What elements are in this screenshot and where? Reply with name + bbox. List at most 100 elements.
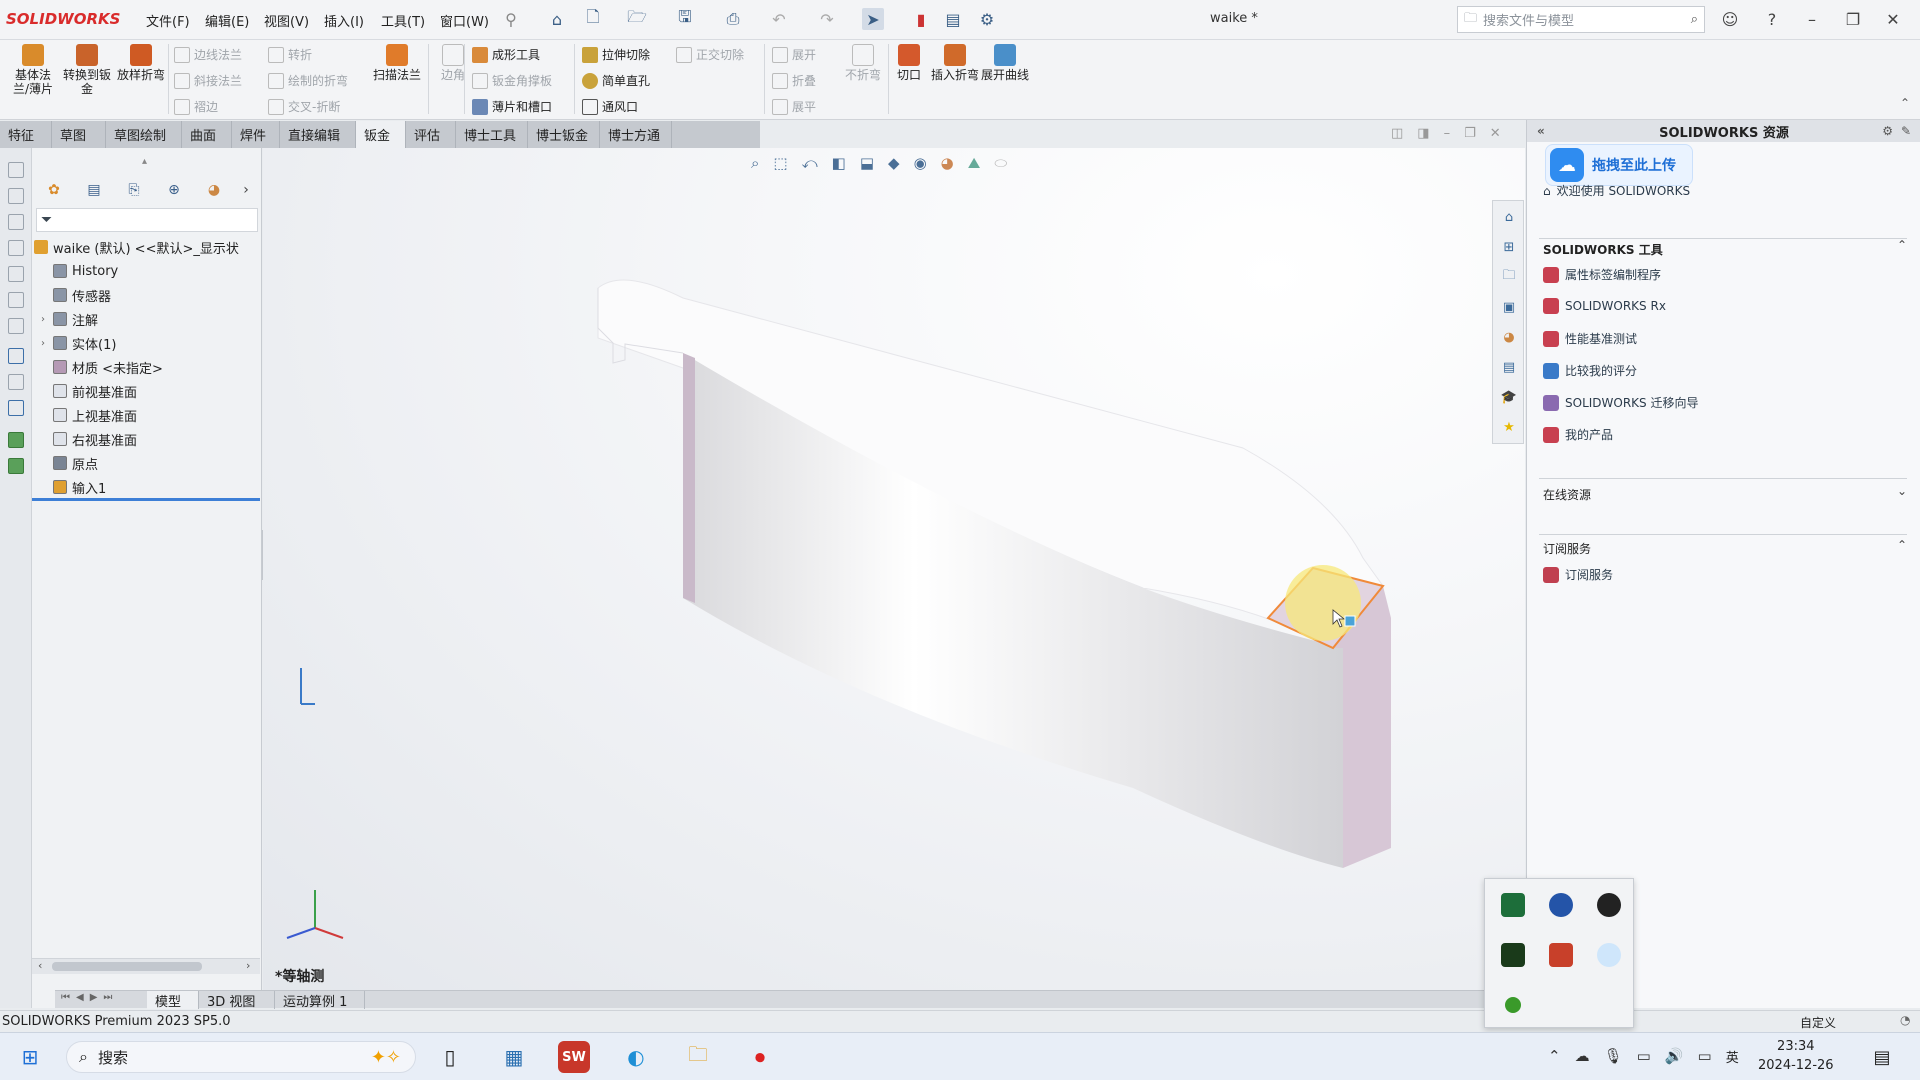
print-icon[interactable]: ⎙: [722, 8, 744, 30]
tab-4[interactable]: 焊件: [232, 121, 280, 148]
tab-5[interactable]: 直接编辑: [280, 121, 356, 148]
sketched-bend-button[interactable]: 绘制的折弯: [268, 72, 348, 89]
close-button[interactable]: ✕: [1878, 6, 1908, 32]
swept-flange-button[interactable]: 扫描法兰: [372, 44, 422, 82]
lofted-bend-button[interactable]: 放样折弯: [116, 44, 166, 82]
help-tooltip-icon[interactable]: ◔: [1900, 1013, 1910, 1027]
tray-app-icon[interactable]: [1549, 893, 1573, 917]
ime-indicator[interactable]: 英: [1726, 1047, 1739, 1066]
tool-link[interactable]: SOLIDWORKS 迁移向导: [1543, 394, 1698, 411]
search-icon[interactable]: ⌕: [1691, 12, 1698, 27]
tool-link[interactable]: 比较我的评分: [1543, 362, 1637, 379]
tool-link[interactable]: 属性标签编制程序: [1543, 266, 1661, 283]
dimxpert-tab-icon[interactable]: ⊕: [156, 179, 192, 201]
tree-filter[interactable]: ⏷: [36, 208, 258, 232]
corners-button[interactable]: 边角: [428, 44, 478, 82]
battery-icon[interactable]: ▭: [1637, 1047, 1651, 1066]
pin-icon[interactable]: ⚲: [500, 8, 522, 30]
save-icon[interactable]: 🖫: [674, 7, 696, 30]
select-icon[interactable]: ➤: [862, 8, 884, 30]
home-icon[interactable]: ⌂: [546, 8, 568, 30]
toolbar-icon[interactable]: [8, 162, 24, 178]
expand-icon[interactable]: ›: [38, 338, 48, 349]
clock[interactable]: 23:34 2024-12-26: [1758, 1037, 1834, 1075]
rip-button[interactable]: 切口: [884, 44, 934, 82]
model-tab-0[interactable]: 模型: [147, 991, 199, 1010]
tab-10[interactable]: 博士方通: [600, 121, 672, 148]
tree-item[interactable]: 右视基准面: [38, 428, 137, 450]
tree-item[interactable]: › 实体(1): [38, 332, 116, 354]
tab-nav-arrows[interactable]: ⏮ ◀ ▶ ⏭: [61, 992, 112, 1003]
search-box[interactable]: 🗀 搜索文件与模型 ⌕: [1457, 6, 1705, 33]
tray-app-icon[interactable]: [1501, 943, 1525, 967]
task-view-icon[interactable]: ▯: [434, 1041, 466, 1073]
prev-tab-icon[interactable]: ◀: [76, 992, 84, 1003]
no-bends-button[interactable]: 不折弯: [838, 44, 888, 82]
collapse-section-icon[interactable]: ⌃: [1897, 538, 1907, 552]
collapse-pane-icon[interactable]: «: [1537, 124, 1545, 138]
tile-icon[interactable]: ◫: [1391, 126, 1403, 141]
toolbar-icon[interactable]: [8, 318, 24, 334]
tool-link[interactable]: 性能基准测试: [1543, 330, 1637, 347]
menu-file[interactable]: 文件(F): [146, 11, 190, 30]
display-manager-tab-icon[interactable]: ◕: [196, 179, 232, 201]
tab-0[interactable]: 特征: [0, 121, 52, 148]
recorder-icon[interactable]: ⏺: [744, 1041, 776, 1073]
calculator-icon[interactable]: ▦: [498, 1041, 530, 1073]
next-tab-icon[interactable]: ▶: [90, 992, 98, 1003]
file-explorer-icon[interactable]: 🗀: [682, 1041, 714, 1073]
miter-flange-button[interactable]: 斜接法兰: [174, 72, 242, 89]
file-explorer-icon[interactable]: 🗀: [1501, 268, 1517, 285]
panel-collapse-icon[interactable]: ▴: [142, 156, 147, 167]
tab-and-slot-button[interactable]: 薄片和槽口: [472, 98, 552, 115]
notifications-icon[interactable]: ▤: [1866, 1041, 1898, 1073]
toolbar-icon[interactable]: [8, 458, 24, 474]
toolbar-icon[interactable]: [8, 240, 24, 256]
menu-window[interactable]: 窗口(W): [440, 11, 489, 30]
home-icon[interactable]: ⌂: [1501, 209, 1517, 225]
feature-manager-tab-icon[interactable]: ✿: [36, 179, 72, 201]
volume-icon[interactable]: 🔊: [1665, 1047, 1684, 1066]
convert-to-sheetmetal-button[interactable]: 转换到钣金: [62, 44, 112, 96]
tab-8[interactable]: 博士工具: [456, 121, 528, 148]
cross-break-button[interactable]: 交叉-折断: [268, 98, 340, 115]
onedrive-icon[interactable]: ☁: [1575, 1047, 1590, 1066]
model-tab-2[interactable]: 运动算例 1: [275, 991, 365, 1010]
edge-browser-icon[interactable]: ◐: [620, 1041, 652, 1073]
taskbar-search[interactable]: ⌕ 搜索 ✦✧: [66, 1041, 416, 1073]
viewport-close-icon[interactable]: ✕: [1490, 126, 1501, 141]
tray-app-icon[interactable]: [1597, 943, 1621, 967]
expand-section-icon[interactable]: ⌄: [1897, 484, 1907, 498]
units-customize[interactable]: 自定义: [1800, 1014, 1836, 1031]
viewport-restore-icon[interactable]: ❐: [1464, 126, 1476, 141]
last-tab-icon[interactable]: ⏭: [103, 992, 112, 1003]
tool-link[interactable]: 我的产品: [1543, 426, 1613, 443]
pane-options-icon[interactable]: ⚙: [1882, 124, 1893, 138]
network-icon[interactable]: ▭: [1698, 1047, 1712, 1066]
file-properties-icon[interactable]: ▤: [942, 8, 964, 30]
tool-link[interactable]: SOLIDWORKS Rx: [1543, 298, 1666, 314]
menu-view[interactable]: 视图(V): [264, 11, 309, 30]
edge-flange-button[interactable]: 边线法兰: [174, 46, 242, 63]
account-icon[interactable]: ☺: [1715, 6, 1745, 32]
vent-button[interactable]: 通风口: [582, 98, 638, 115]
tab-9[interactable]: 博士钣金: [528, 121, 600, 148]
tree-item[interactable]: 前视基准面: [38, 380, 137, 402]
start-icon[interactable]: ⊞: [14, 1041, 46, 1073]
microphone-icon[interactable]: 🎙: [1604, 1047, 1623, 1066]
collapse-ribbon-icon[interactable]: ⌃: [1900, 96, 1910, 110]
scroll-thumb[interactable]: [52, 962, 202, 971]
sheetmetal-gusset-button[interactable]: 钣金角撑板: [472, 72, 552, 89]
tree-item[interactable]: 原点: [38, 452, 98, 474]
insert-bends-button[interactable]: 插入折弯: [930, 44, 980, 82]
open-file-icon[interactable]: 🗁: [626, 7, 648, 30]
collapse-section-icon[interactable]: ⌃: [1897, 238, 1907, 252]
tray-app-icon[interactable]: [1597, 893, 1621, 917]
tree-horizontal-scrollbar[interactable]: ‹ ›: [32, 958, 260, 974]
toolbar-icon[interactable]: [8, 374, 24, 390]
redo-icon[interactable]: ↷: [816, 8, 838, 30]
rebuild-icon[interactable]: ▮: [910, 8, 932, 30]
learn-icon[interactable]: 🎓: [1501, 389, 1517, 405]
appearances-icon[interactable]: ◕: [1501, 329, 1517, 345]
tab-2[interactable]: 草图绘制: [106, 121, 182, 148]
